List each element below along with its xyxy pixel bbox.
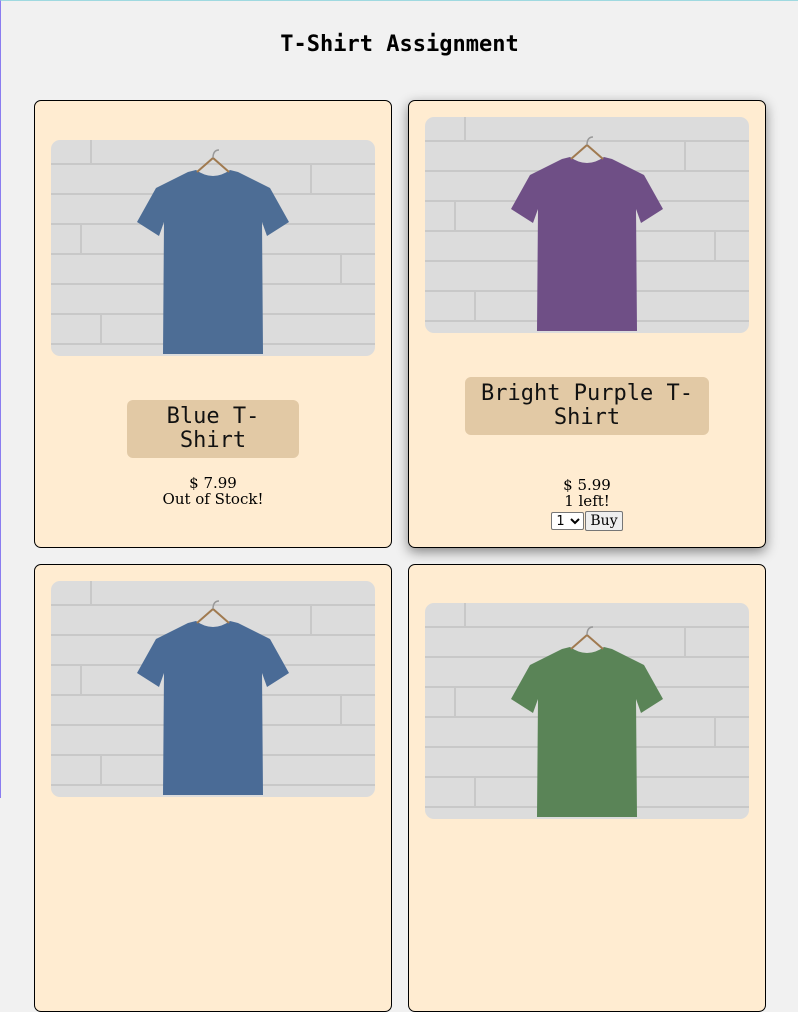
product-image: [425, 117, 749, 333]
product-image: [51, 140, 375, 356]
product-info: $ 5.99 1 left! 1 Buy: [409, 477, 765, 531]
product-card-purple: Bright Purple T-Shirt $ 5.99 1 left! 1 B…: [408, 100, 766, 548]
page-title: T-Shirt Assignment: [280, 32, 519, 57]
product-price: $ 5.99: [563, 476, 611, 494]
product-card-green: [408, 564, 766, 1012]
product-price: $ 7.99: [189, 474, 237, 492]
product-grid: Blue T-Shirt $ 7.99 Out of Stock! Bright…: [34, 100, 766, 1012]
product-name: Blue T-Shirt: [127, 400, 299, 458]
quantity-select[interactable]: 1: [551, 512, 585, 530]
buy-controls: 1 Buy: [551, 511, 623, 531]
product-name: Bright Purple T-Shirt: [465, 377, 709, 435]
buy-button[interactable]: Buy: [585, 511, 623, 531]
product-info: $ 7.99 Out of Stock!: [35, 475, 391, 507]
stock-status: 1 left!: [564, 492, 610, 510]
product-card-blue: Blue T-Shirt $ 7.99 Out of Stock!: [34, 100, 392, 548]
product-card-blue-2: [34, 564, 392, 1012]
product-image: [425, 603, 749, 819]
stock-status: Out of Stock!: [162, 490, 264, 508]
product-image: [51, 581, 375, 797]
